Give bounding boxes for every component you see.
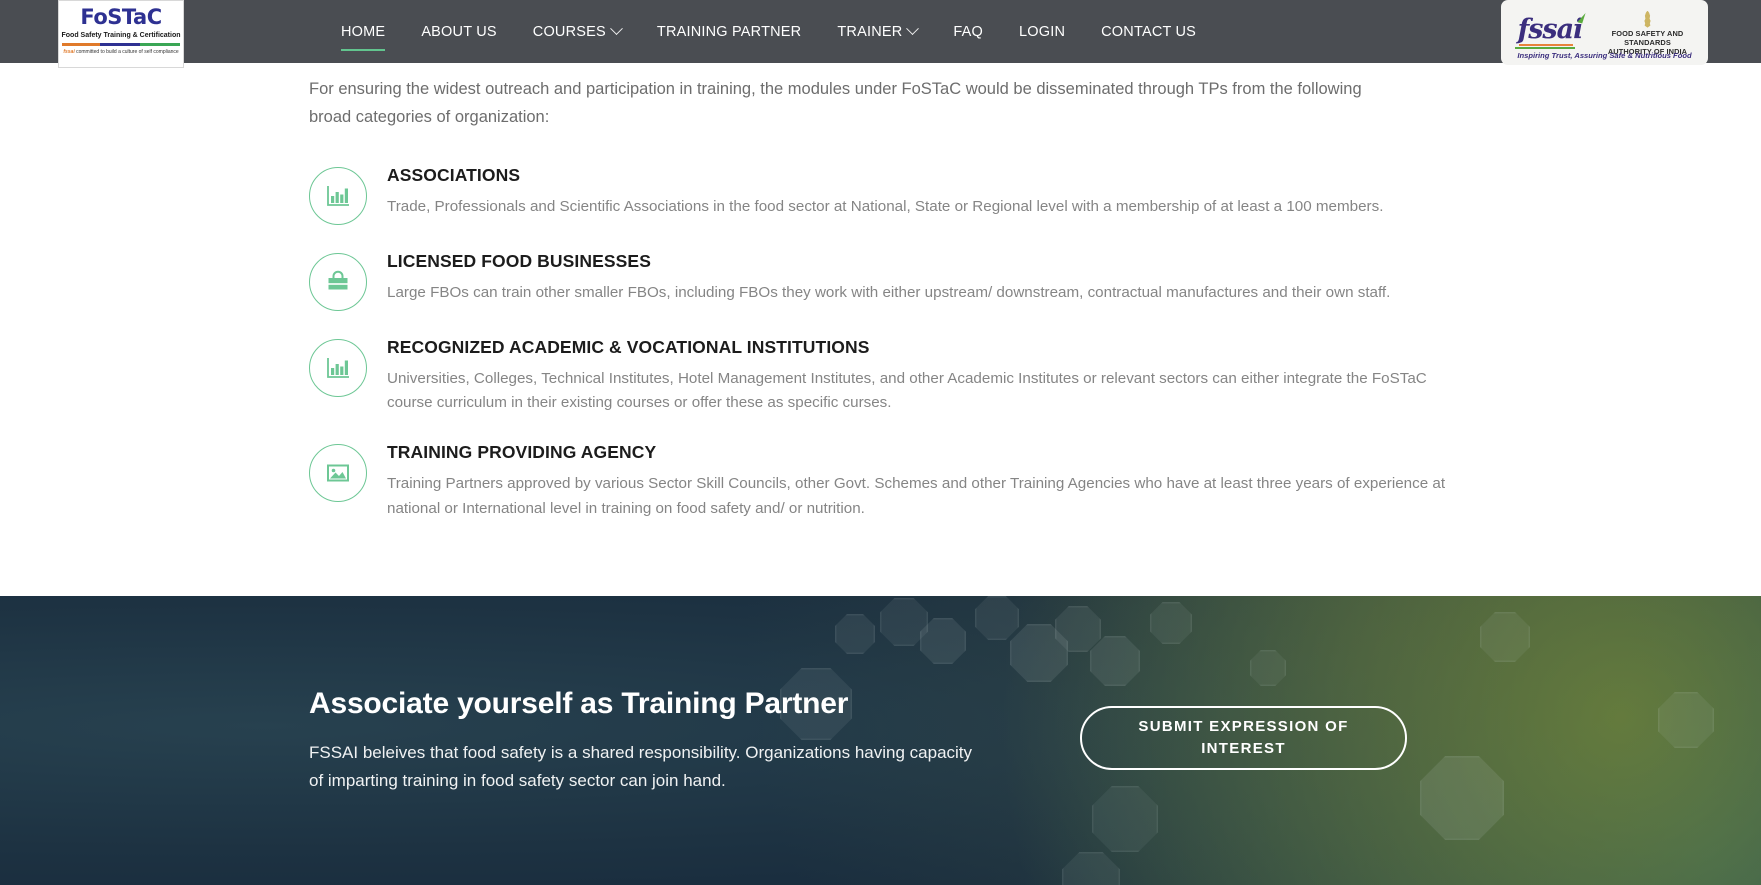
- intro-paragraph: For ensuring the widest outreach and par…: [309, 80, 1362, 127]
- bar-chart-icon: [327, 185, 349, 206]
- feature-icon-bar-chart-icon: [309, 166, 367, 225]
- fssai-green-rule: [1515, 47, 1575, 49]
- fostac-logo-tagline: fssai committed to build a culture of se…: [63, 49, 178, 55]
- feature-body: ASSOCIATIONS Trade, Professionals and Sci…: [387, 164, 1461, 220]
- feature-item: ASSOCIATIONS Trade, Professionals and Sci…: [309, 164, 1461, 225]
- feature-item: TRAINING PROVIDING AGENCY Training Partne…: [309, 441, 1461, 521]
- feature-title: LICENSED FOOD BUSINESSES: [387, 250, 651, 271]
- fostac-logo-tagline-text: committed to build a culture of self com…: [76, 49, 179, 55]
- bokeh-decoration: [1480, 612, 1530, 662]
- nav-item-faq[interactable]: FAQ: [935, 0, 1001, 63]
- cta-content: Associate yourself as Training Partner F…: [309, 596, 1459, 885]
- fostac-logo-wordmark: FoSTaC: [80, 5, 162, 29]
- nav-item-label: FAQ: [953, 23, 984, 40]
- feature-description: Large FBOs can train other smaller FBOs,…: [387, 283, 1391, 301]
- fssai-logo-wordmark: fssai: [1517, 11, 1586, 46]
- feature-icon-bar-chart-icon: [309, 338, 367, 397]
- main-content: For ensuring the widest outreach and par…: [0, 63, 1761, 546]
- nav-item-label: TRAINER: [837, 23, 903, 40]
- feature-title: ASSOCIATIONS: [387, 164, 521, 185]
- feature-body: TRAINING PROVIDING AGENCY Training Partne…: [387, 441, 1461, 521]
- nav-item-label: ABOUT US: [421, 23, 497, 40]
- nav-item-label: COURSES: [532, 23, 606, 40]
- feature-icon-image-icon: [309, 444, 367, 502]
- nav-item-courses[interactable]: COURSES: [515, 0, 639, 63]
- site-header: FoSTaC Food Safety Training & Certificat…: [0, 0, 1761, 68]
- nav-item-label: LOGIN: [1019, 23, 1066, 40]
- nav-item-label: CONTACT US: [1101, 23, 1197, 40]
- cta-section: Associate yourself as Training Partner F…: [0, 596, 1761, 885]
- feature-body: RECOGNIZED ACADEMIC & VOCATIONAL INSTITU…: [387, 336, 1461, 416]
- feature-title: RECOGNIZED ACADEMIC & VOCATIONAL INSTITU…: [387, 336, 870, 357]
- fostac-logo-subtitle: Food Safety Training & Certification: [61, 32, 181, 39]
- shopping-bag-icon: [328, 270, 348, 290]
- fostac-logo-rule: [62, 43, 180, 46]
- bar-chart-icon: [327, 357, 349, 378]
- submit-expression-of-interest-button[interactable]: SUBMIT EXPRESSION OF INTEREST: [1080, 706, 1407, 770]
- feature-description: Training Partners approved by various Se…: [387, 475, 1446, 517]
- fostac-logo-tagline-prefix: fssai: [63, 49, 75, 55]
- feature-body: LICENSED FOOD BUSINESSES Large FBOs can t…: [387, 250, 1461, 306]
- fssai-logo-mark: fssai: [1507, 11, 1593, 49]
- bokeh-decoration: [1658, 692, 1714, 748]
- nav-item-login[interactable]: LOGIN: [1001, 0, 1083, 63]
- leaf-icon: [1577, 11, 1586, 24]
- nav-item-label: TRAINING PARTNER: [656, 23, 802, 40]
- feature-description: Trade, Professionals and Scientific Asso…: [387, 197, 1384, 215]
- main-navigation: HOME ABOUT US COURSES TRAINING PARTNER TRAIN…: [341, 0, 1214, 63]
- cta-description: FSSAI beleives that food safety is a sha…: [309, 743, 973, 790]
- feature-list: ASSOCIATIONS Trade, Professionals and Sci…: [309, 164, 1461, 522]
- chevron-down-icon: [610, 22, 623, 36]
- fssai-logo[interactable]: fssai FOOD SAFETY AND STANDARDS AUTHORIT…: [1501, 0, 1708, 65]
- nav-item-training-partner[interactable]: TRAINING PARTNER: [639, 0, 819, 63]
- image-icon: [327, 464, 349, 482]
- india-emblem-icon: [1644, 10, 1651, 28]
- nav-item-about-us[interactable]: ABOUT US: [403, 0, 514, 63]
- header-inner: FoSTaC Food Safety Training & Certificat…: [0, 0, 1761, 68]
- fssai-wordmark-text: fssai: [1517, 14, 1584, 46]
- nav-item-trainer[interactable]: TRAINER: [819, 0, 935, 63]
- feature-item: LICENSED FOOD BUSINESSES Large FBOs can t…: [309, 250, 1461, 311]
- nav-item-home[interactable]: HOME: [341, 0, 403, 63]
- feature-description: Universities, Colleges, Technical Instit…: [387, 369, 1427, 412]
- feature-title: TRAINING PROVIDING AGENCY: [387, 442, 657, 462]
- nav-item-label: HOME: [341, 23, 386, 40]
- chevron-down-icon: [906, 22, 920, 36]
- nav-item-contact-us[interactable]: CONTACT US: [1083, 0, 1214, 63]
- fostac-logo[interactable]: FoSTaC Food Safety Training & Certificat…: [58, 0, 184, 68]
- cta-title: Associate yourself as Training Partner: [309, 687, 849, 720]
- fssai-authority-block: FOOD SAFETY AND STANDARDS AUTHORITY OF I…: [1593, 9, 1702, 57]
- fssai-authority-line-1: FOOD SAFETY AND STANDARDS: [1611, 28, 1684, 47]
- fssai-logo-tagline: Inspiring Trust, Assuring Safe & Nutriti…: [1517, 51, 1692, 60]
- feature-item: RECOGNIZED ACADEMIC & VOCATIONAL INSTITU…: [309, 336, 1461, 416]
- feature-icon-shopping-bag-icon: [309, 252, 367, 311]
